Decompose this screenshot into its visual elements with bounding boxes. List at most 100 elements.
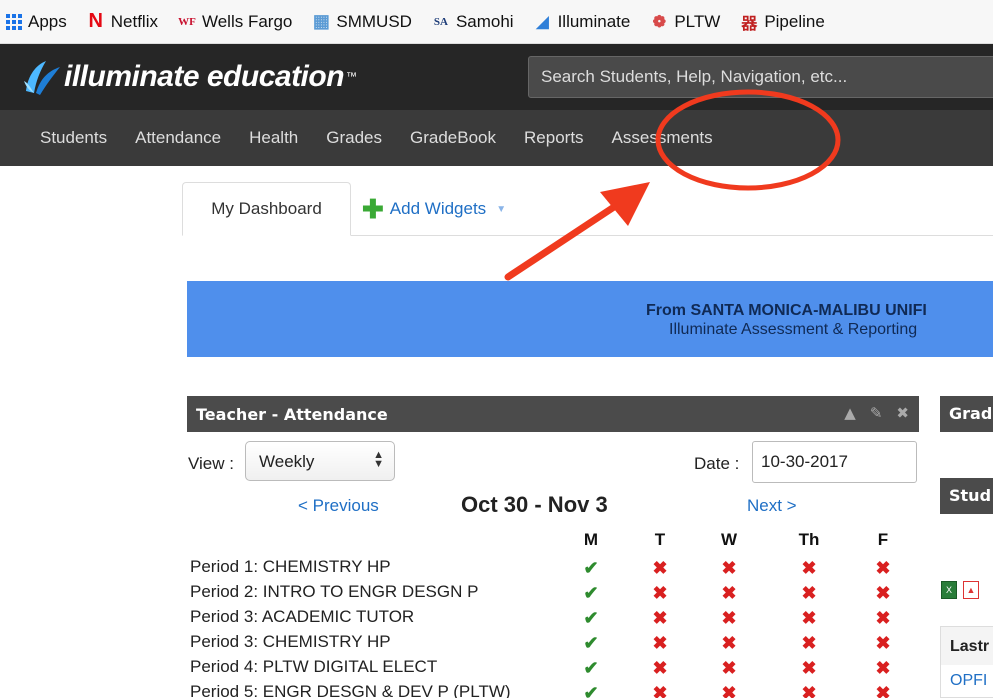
bookmark-apps[interactable]: Apps bbox=[6, 12, 67, 32]
side-table-cell[interactable]: OPFI bbox=[941, 665, 993, 697]
add-widgets-label: Add Widgets bbox=[389, 199, 487, 218]
widget-tools: ▲ ✎ ✖ bbox=[844, 404, 909, 422]
checkmark-icon: ✔ bbox=[583, 583, 599, 603]
x-mark-icon: ✖ bbox=[652, 658, 668, 678]
bookmark-illuminate[interactable]: ◢ Illuminate bbox=[534, 11, 631, 32]
widget-title: Teacher - Attendance bbox=[196, 404, 388, 424]
checkmark-icon: ✔ bbox=[583, 683, 599, 698]
x-mark-icon: ✖ bbox=[801, 608, 817, 628]
samohi-icon: SA bbox=[433, 15, 448, 28]
checkmark-icon: ✔ bbox=[583, 633, 599, 653]
netflix-icon: N bbox=[88, 10, 103, 32]
x-mark-icon: ✖ bbox=[875, 683, 891, 698]
bookmark-label: Pipeline bbox=[764, 11, 825, 31]
x-mark-icon: ✖ bbox=[652, 608, 668, 628]
period-name: Period 1: CHEMISTRY HP bbox=[190, 557, 391, 576]
leaf-logo-icon bbox=[24, 61, 60, 95]
nav-health[interactable]: Health bbox=[235, 128, 312, 148]
pltw-icon: ❁ bbox=[652, 13, 667, 31]
date-label: Date : bbox=[694, 454, 740, 473]
side-table: Lastr OPFI bbox=[940, 626, 993, 698]
logo-trademark: ™ bbox=[346, 71, 358, 83]
period-name: Period 3: ACADEMIC TUTOR bbox=[190, 607, 415, 626]
nav-attendance[interactable]: Attendance bbox=[121, 128, 235, 148]
period-name: Period 2: INTRO TO ENGR DESGN P bbox=[190, 582, 479, 601]
previous-week-link[interactable]: < Previous bbox=[298, 496, 379, 516]
logo-text: illuminate education bbox=[64, 60, 345, 93]
day-header-tue: T bbox=[654, 530, 666, 549]
dashboard-tabs: My Dashboard ✚ Add Widgets ▼ bbox=[182, 182, 993, 236]
nav-reports[interactable]: Reports bbox=[510, 128, 598, 148]
pencil-icon[interactable]: ✎ bbox=[870, 404, 883, 422]
nav-students[interactable]: Students bbox=[0, 128, 121, 148]
checkmark-icon: ✔ bbox=[583, 658, 599, 678]
excel-export-icon[interactable]: X bbox=[941, 581, 957, 599]
period-name: Period 5: ENGR DESGN & DEV P (PLTW) bbox=[190, 682, 511, 698]
side-widget-header-grades: Grad bbox=[940, 396, 993, 432]
x-mark-icon: ✖ bbox=[721, 658, 737, 678]
wells-fargo-icon: WF bbox=[178, 15, 196, 28]
bookmark-label: SMMUSD bbox=[336, 11, 412, 31]
week-title: Oct 30 - Nov 3 bbox=[461, 492, 608, 517]
day-header-thu: Th bbox=[798, 530, 820, 549]
side-widget-header-students: Stud bbox=[940, 478, 993, 514]
main-nav: Students Attendance Health Grades GradeB… bbox=[0, 110, 993, 166]
bookmark-smmusd[interactable]: ▦ SMMUSD bbox=[312, 11, 412, 32]
next-week-link[interactable]: Next > bbox=[747, 496, 797, 516]
x-mark-icon: ✖ bbox=[721, 633, 737, 653]
widget-header: Teacher - Attendance ▲ ✎ ✖ bbox=[187, 396, 919, 432]
x-mark-icon: ✖ bbox=[721, 608, 737, 628]
view-select[interactable]: Weekly ▲ ▼ bbox=[245, 441, 395, 481]
x-mark-icon: ✖ bbox=[721, 558, 737, 578]
collapse-icon[interactable]: ▲ bbox=[844, 404, 856, 422]
bookmark-wells-fargo[interactable]: WF Wells Fargo bbox=[178, 12, 292, 32]
caret-down-icon: ▼ bbox=[496, 203, 507, 215]
illuminate-icon: ◢ bbox=[536, 13, 549, 31]
view-label: View : bbox=[188, 454, 234, 473]
x-mark-icon: ✖ bbox=[801, 683, 817, 698]
bookmark-samohi[interactable]: SA Samohi bbox=[432, 12, 514, 32]
x-mark-icon: ✖ bbox=[801, 558, 817, 578]
side-table-header: Lastr bbox=[941, 627, 993, 665]
day-header-wed: W bbox=[720, 530, 738, 549]
apps-grid-icon bbox=[6, 13, 22, 30]
smmusd-icon: ▦ bbox=[312, 11, 330, 31]
banner-subtitle: Illuminate Assessment & Reporting bbox=[669, 321, 918, 338]
add-widgets-button[interactable]: ✚ Add Widgets ▼ bbox=[362, 182, 506, 236]
search-input[interactable] bbox=[528, 56, 993, 98]
view-select-value: Weekly bbox=[259, 452, 315, 471]
bookmark-pltw[interactable]: ❁ PLTW bbox=[650, 11, 721, 32]
bookmark-label: PLTW bbox=[674, 11, 721, 31]
bookmarks-bar: Apps N Netflix WF Wells Fargo ▦ SMMUSD S… bbox=[0, 0, 993, 44]
x-mark-icon: ✖ bbox=[801, 633, 817, 653]
nav-grades[interactable]: Grades bbox=[312, 128, 396, 148]
day-header-fri: F bbox=[877, 530, 889, 549]
illuminate-logo[interactable]: illuminate education ™ bbox=[22, 52, 357, 102]
pdf-export-icon[interactable]: ▲ bbox=[963, 581, 979, 599]
x-mark-icon: ✖ bbox=[721, 683, 737, 698]
bookmark-label: Wells Fargo bbox=[201, 11, 293, 31]
bookmark-label: Illuminate bbox=[557, 11, 631, 31]
bookmark-label: Samohi bbox=[455, 11, 514, 31]
x-mark-icon: ✖ bbox=[652, 583, 668, 603]
bookmark-label: Apps bbox=[28, 11, 67, 31]
bookmark-netflix[interactable]: N Netflix bbox=[87, 10, 158, 32]
checkmark-icon: ✔ bbox=[583, 608, 599, 628]
x-mark-icon: ✖ bbox=[652, 683, 668, 698]
x-mark-icon: ✖ bbox=[875, 558, 891, 578]
bookmark-pipeline[interactable]: 器 Pipeline bbox=[740, 11, 825, 33]
period-name: Period 3: CHEMISTRY HP bbox=[190, 632, 391, 651]
plus-icon: ✚ bbox=[362, 194, 384, 224]
x-mark-icon: ✖ bbox=[652, 558, 668, 578]
close-icon[interactable]: ✖ bbox=[896, 404, 909, 422]
nav-gradebook[interactable]: GradeBook bbox=[396, 128, 510, 148]
pipeline-icon: 器 bbox=[741, 15, 758, 33]
x-mark-icon: ✖ bbox=[875, 583, 891, 603]
date-input[interactable] bbox=[752, 441, 917, 483]
nav-assessments[interactable]: Assessments bbox=[598, 128, 727, 148]
bookmark-label: Netflix bbox=[110, 11, 158, 31]
day-header-mon: M bbox=[583, 530, 599, 549]
banner-title: From SANTA MONICA-MALIBU UNIFI bbox=[646, 302, 927, 319]
tab-my-dashboard[interactable]: My Dashboard bbox=[182, 182, 351, 236]
select-arrows-icon: ▲ ▼ bbox=[373, 449, 384, 470]
